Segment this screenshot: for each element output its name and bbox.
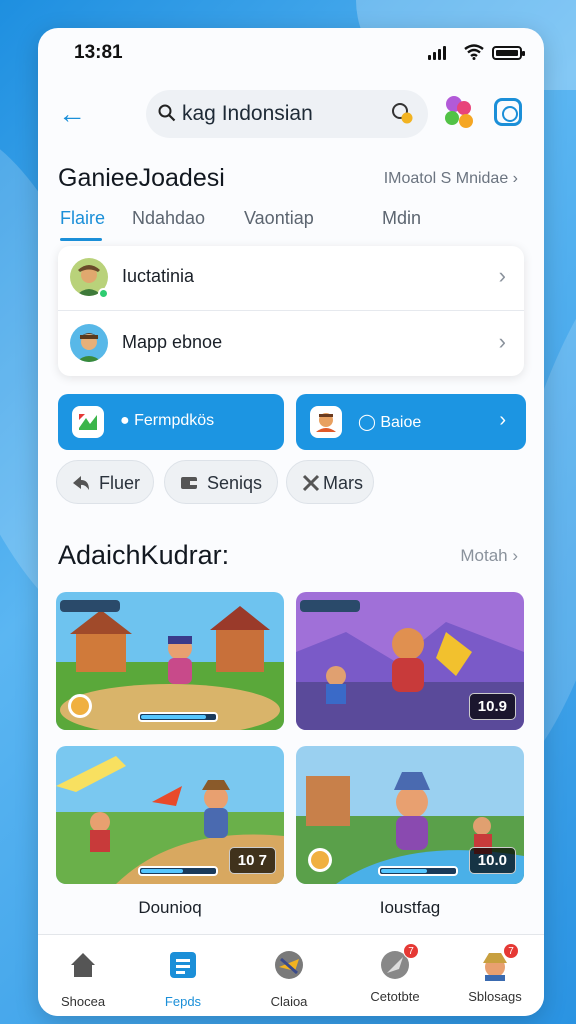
game-card[interactable]	[56, 592, 284, 730]
filter-chip-mars[interactable]: Mars	[286, 460, 374, 504]
section-link[interactable]: Motah ›	[460, 546, 518, 566]
list-item[interactable]: Mapp ebnoe ›	[58, 312, 524, 376]
nav-icon-wrap: 7	[379, 943, 419, 981]
filter-chip-label: Mars	[323, 473, 363, 493]
game-card[interactable]: 10 7	[56, 746, 284, 884]
list-item-label: Iuctatinia	[122, 266, 195, 286]
nav-label: Shocea	[60, 994, 106, 1009]
tab-indicator	[60, 238, 102, 241]
score-badge: 10.0	[468, 847, 516, 874]
search-icon	[158, 104, 176, 122]
home-icon	[71, 953, 95, 977]
tab-ndahdao[interactable]: Ndahdao	[132, 208, 205, 229]
primary-action-label: ● Fermpdkös	[120, 412, 215, 429]
nav-item-claioa[interactable]: Claioa	[244, 949, 334, 1009]
app-screen: 13:81 ← kag Indonsian GanieeJoadesi IMoa…	[38, 28, 544, 1016]
share-icon	[73, 476, 89, 490]
nav-label: Cetotbte	[370, 989, 420, 1004]
primary-action-text: Fermpdkös	[134, 412, 215, 429]
filter-chip-seniqs[interactable]: Seniqs	[164, 460, 278, 504]
wallet-icon	[181, 477, 197, 489]
nav-item-sblosags[interactable]: 7 Sblosags	[450, 943, 540, 1004]
search-bar[interactable]: kag Indonsian	[146, 90, 428, 138]
document-icon	[170, 952, 196, 978]
nav-item-home[interactable]: Shocea	[38, 949, 128, 1009]
filter-chip-label: Fluer	[99, 473, 141, 493]
game-title: Ioustfag	[379, 898, 441, 917]
tab-flaire[interactable]: Flaire	[60, 208, 105, 229]
map-icon	[72, 406, 104, 438]
section-link-label: Motah	[460, 546, 508, 565]
game-controller-icon	[275, 951, 303, 979]
game-card[interactable]: 10.0	[296, 746, 524, 884]
online-status-dot	[98, 288, 109, 299]
filter-chip-fluer[interactable]: Fluer	[56, 460, 154, 504]
game-card[interactable]: 10.9	[296, 592, 524, 730]
battery-icon	[492, 46, 525, 60]
list-item-label: Mapp ebnoe	[122, 332, 223, 352]
score-badge: 10.9	[468, 693, 516, 720]
chevron-right-icon: ›	[498, 263, 506, 288]
chevron-right-icon: ›	[498, 329, 506, 354]
game-title: Dounioq	[138, 898, 202, 917]
character-icon	[310, 406, 342, 438]
signal-icon	[428, 46, 446, 60]
nav-item-feeds[interactable]: Fepds	[138, 949, 228, 1009]
avatar	[70, 324, 108, 362]
tab-mdin[interactable]: Mdin	[382, 208, 421, 229]
bottom-navigation: Shocea Fepds Claioa 7 Cetotbte 7 Sblosag…	[38, 934, 544, 1016]
back-arrow-icon[interactable]: ←	[56, 98, 88, 130]
tab-vaontiap[interactable]: Vaontiap	[244, 208, 314, 229]
progress-fill	[141, 869, 183, 873]
status-bar: 13:81	[38, 42, 544, 66]
tab-bar: Flaire Ndahdao Vaontiap Mdin	[38, 208, 544, 242]
primary-action-button[interactable]: ● Fermpdkös	[58, 394, 284, 450]
secondary-action-label: ◯ Baioe	[358, 414, 422, 431]
lens-icon[interactable]	[390, 101, 414, 125]
progress-bar	[138, 712, 218, 722]
crossed-tools-icon	[302, 474, 320, 492]
secondary-action-text: Baioe	[380, 414, 422, 431]
header-link[interactable]: IMoatol S Mnidae ›	[384, 170, 518, 188]
progress-bar	[138, 866, 218, 876]
progress-fill	[141, 715, 206, 719]
header-link-label: IMoatol S Mnidae	[383, 170, 509, 187]
filter-chip-label: Seniqs	[207, 473, 263, 493]
camera-icon[interactable]	[494, 98, 522, 126]
balloons-icon[interactable]	[442, 94, 476, 130]
contact-list: Iuctatinia › Mapp ebnoe ›	[58, 246, 524, 376]
notification-badge: 7	[503, 943, 519, 959]
notification-badge: 7	[403, 943, 419, 959]
status-time: 13:81	[74, 42, 123, 63]
list-item[interactable]: Iuctatinia ›	[58, 246, 524, 310]
page-title: GanieeJoadesi	[58, 164, 225, 192]
nav-icon-wrap: 7	[479, 943, 519, 981]
progress-fill	[381, 869, 427, 873]
divider	[58, 310, 524, 311]
nav-label: Fepds	[164, 994, 202, 1009]
section-title: AdaichKudrar:	[58, 540, 230, 570]
progress-bar	[378, 866, 458, 876]
nav-label: Sblosags	[468, 989, 522, 1004]
nav-item-cetotbte[interactable]: 7 Cetotbte	[350, 943, 440, 1004]
search-input[interactable]: kag Indonsian	[182, 102, 313, 126]
top-bar: ← kag Indonsian	[38, 90, 544, 140]
secondary-action-button[interactable]: ◯ Baioe ›	[296, 394, 526, 450]
score-badge: 10 7	[228, 847, 276, 874]
chevron-right-icon: ›	[499, 409, 506, 431]
wifi-icon	[464, 44, 484, 60]
nav-label: Claioa	[270, 994, 308, 1009]
game-thumbnail	[56, 592, 284, 730]
